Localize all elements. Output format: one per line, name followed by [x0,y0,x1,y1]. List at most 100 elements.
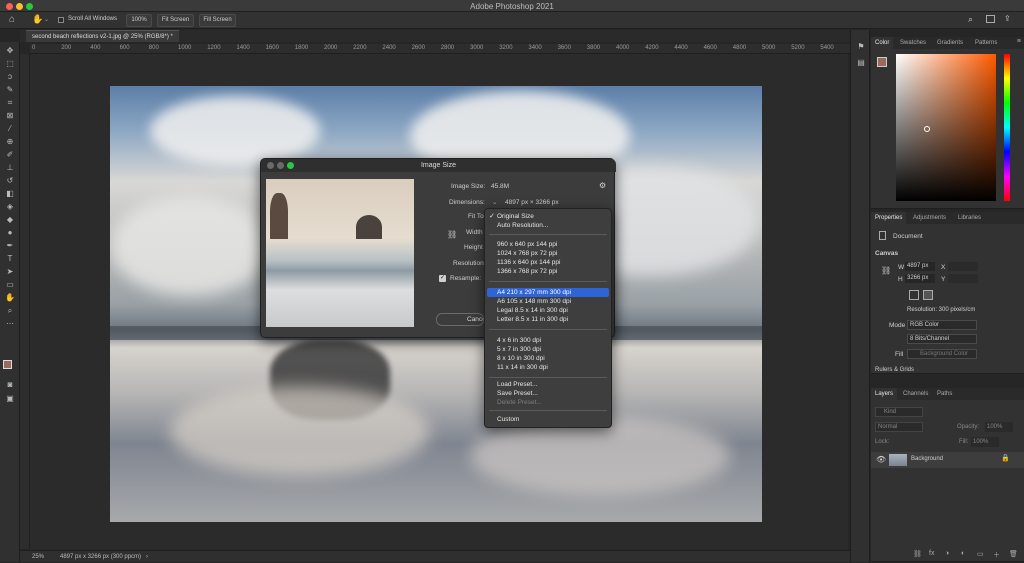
menu-item-preset[interactable]: 11 x 14 in 300 dpi [485,363,611,372]
foreground-color-swatch[interactable] [3,360,12,369]
menu-item-preset[interactable]: 1366 x 768 px 72 ppi [485,267,611,276]
document-tab[interactable]: second beach reflections v2-1.jpg @ 25% … [26,30,179,42]
status-zoom[interactable]: 25% [32,551,44,563]
eyedropper-icon[interactable]: ⁄ [4,124,16,134]
hand-tool-icon[interactable]: ✋ [4,293,16,303]
actions-panel-icon[interactable]: ▤ [855,58,867,68]
menu-item-save-preset[interactable]: Save Preset... [485,389,611,398]
lock-icon[interactable]: 🔒 [1001,454,1010,462]
panel-menu-icon[interactable]: ≡ [1017,38,1021,45]
dodge-tool-icon[interactable]: ● [4,228,16,238]
share-icon[interactable]: ⇪ [1004,14,1011,23]
hue-slider[interactable] [1004,54,1010,201]
clone-stamp-icon[interactable]: ⊥ [4,163,16,173]
portrait-orientation-icon[interactable] [909,290,919,300]
layer-row[interactable]: 👁 Background 🔒 [871,452,1024,468]
lasso-tool-icon[interactable]: ↄ [4,72,16,82]
chevron-right-icon[interactable]: › [146,551,148,563]
eye-icon[interactable]: 👁 [876,455,886,464]
zoom-tool-icon[interactable]: ⌕ [4,306,16,316]
tab-channels[interactable]: Channels [899,388,932,400]
home-icon[interactable]: ⌂ [9,14,15,25]
menu-item-a4-selected[interactable]: A4 210 x 297 mm 300 dpi [487,288,609,297]
menu-item-preset[interactable]: 960 x 640 px 144 ppi [485,240,611,249]
menu-item-preset[interactable]: 1024 x 768 px 72 ppi [485,249,611,258]
fx-icon[interactable]: fx [929,550,934,557]
menu-item-preset[interactable]: 8 x 10 in 300 dpi [485,354,611,363]
tab-swatches[interactable]: Swatches [896,37,930,49]
canvas-height-field[interactable]: 3266 px [905,274,935,283]
move-tool-icon[interactable]: ✥ [4,46,16,56]
canvas-heading[interactable]: Canvas [875,250,898,257]
scroll-all-checkbox[interactable] [58,17,64,23]
tab-libraries[interactable]: Libraries [954,212,985,224]
bit-depth-select[interactable]: 8 Bits/Channel [907,334,977,344]
canvas-y-field[interactable] [948,274,978,283]
path-select-icon[interactable]: ➤ [4,267,16,277]
folder-icon[interactable]: ▭ [977,550,984,558]
eraser-tool-icon[interactable]: ◧ [4,189,16,199]
workspace-icon[interactable] [986,15,995,23]
quick-select-icon[interactable]: ✎ [4,85,16,95]
canvas-x-field[interactable] [948,262,978,271]
link-icon[interactable]: ⛓ [881,266,891,275]
fit-screen-button[interactable]: Fit Screen [157,14,194,27]
menu-item-preset[interactable]: Legal 8.5 x 14 in 300 dpi [485,306,611,315]
layer-filter-select[interactable]: Kind [875,407,923,417]
quick-mask-icon[interactable]: ◙ [4,380,16,390]
dialog-minimize-button[interactable] [277,162,284,169]
rulers-grids-heading[interactable]: Rulers & Grids [875,367,914,373]
foreground-color-chip[interactable] [877,57,887,67]
landscape-orientation-icon[interactable] [923,290,933,300]
adjustment-icon[interactable]: ◐ [961,550,965,557]
menu-item-preset[interactable]: A6 105 x 148 mm 300 dpi [485,297,611,306]
paint-bucket-icon[interactable]: ◈ [4,202,16,212]
type-tool-icon[interactable]: T [4,254,16,264]
dialog-close-button[interactable] [267,162,274,169]
pen-tool-icon[interactable]: ✒ [4,241,16,251]
opacity-field[interactable]: 100% [985,422,1013,432]
menu-item-load-preset[interactable]: Load Preset... [485,380,611,389]
tab-layers[interactable]: Layers [871,388,898,400]
new-layer-icon[interactable]: ＋ [993,550,1000,560]
constrain-proportions-icon[interactable]: ⛓ [447,230,457,239]
gear-icon[interactable]: ⚙ [599,181,606,190]
link-layers-icon[interactable]: ⛓ [913,550,922,558]
fill-opacity-field[interactable]: 100% [971,437,999,447]
more-tools-icon[interactable]: ⋯ [4,319,16,329]
menu-item-preset[interactable]: 4 x 6 in 300 dpi [485,336,611,345]
menu-item-preset[interactable]: 5 x 7 in 300 dpi [485,345,611,354]
screen-mode-icon[interactable]: ▣ [4,394,16,404]
menu-item-preset[interactable]: Letter 8.5 x 11 in 300 dpi [485,315,611,324]
image-preview[interactable] [266,179,414,327]
mode-select[interactable]: RGB Color [907,320,977,330]
cancel-button[interactable]: Cance [436,313,484,326]
tab-patterns[interactable]: Patterns [971,37,1001,49]
hand-tool-icon[interactable]: ✋ [32,14,43,25]
tab-paths[interactable]: Paths [933,388,956,400]
menu-item-auto-resolution[interactable]: Auto Resolution... [485,221,611,230]
crop-tool-icon[interactable]: ⌗ [4,98,16,108]
chevron-down-icon[interactable]: ⌄ [44,16,49,23]
history-panel-icon[interactable]: ⚑ [855,42,867,52]
frame-tool-icon[interactable]: ⊠ [4,111,16,121]
fill-select[interactable]: Background Color [907,349,977,359]
rectangle-tool-icon[interactable]: ▭ [4,280,16,290]
blend-mode-select[interactable]: Normal [875,422,923,432]
trash-icon[interactable]: 🗑 [1009,550,1018,558]
dialog-zoom-button[interactable] [287,162,294,169]
menu-item-original-size[interactable]: ✓ Original Size [485,212,611,221]
resample-checkbox[interactable]: ✓ [439,275,446,282]
search-icon[interactable]: ⌕ [968,14,973,25]
dimensions-unit-dropdown[interactable]: ⌄ [492,198,497,206]
healing-brush-icon[interactable]: ⊕ [4,137,16,147]
color-picker-handle[interactable] [924,126,930,132]
mask-icon[interactable]: ◑ [945,550,949,557]
tab-gradients[interactable]: Gradients [933,37,967,49]
history-brush-icon[interactable]: ↺ [4,176,16,186]
marquee-tool-icon[interactable]: ⬚ [4,59,16,69]
menu-item-preset[interactable]: 1136 x 640 px 144 ppi [485,258,611,267]
canvas-width-field[interactable]: 4897 px [905,262,935,271]
fill-screen-button[interactable]: Fill Screen [199,14,236,27]
brush-tool-icon[interactable]: ✐ [4,150,16,160]
